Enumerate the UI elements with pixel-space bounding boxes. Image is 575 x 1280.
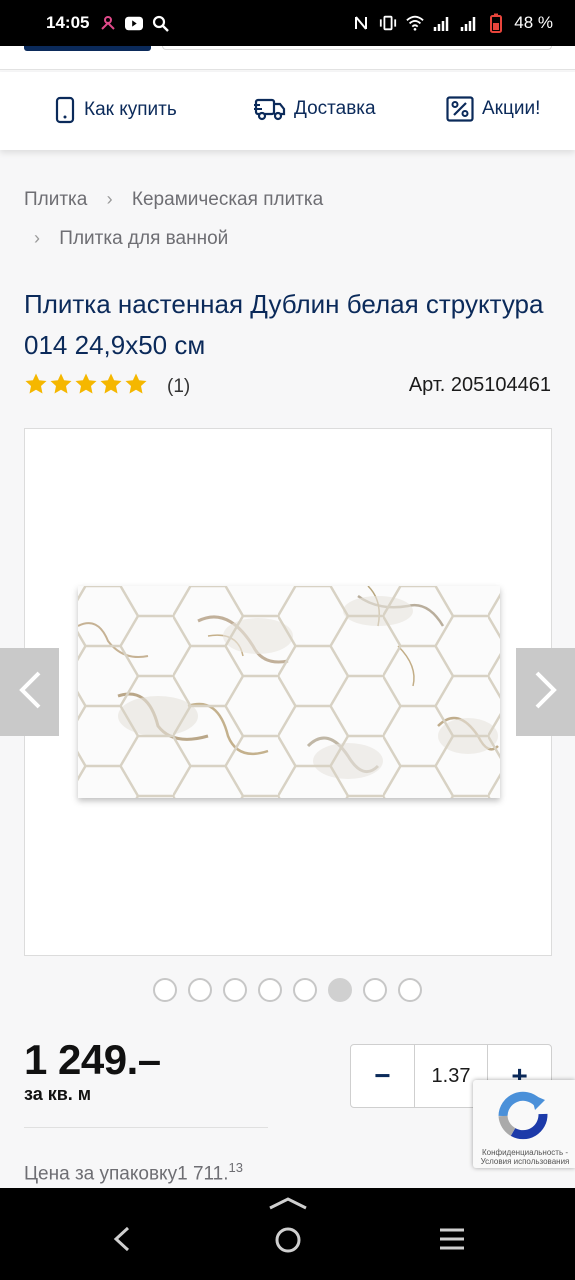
phone-icon [54, 96, 76, 124]
back-icon[interactable] [112, 1226, 132, 1257]
price-unit: за кв. м [24, 1084, 92, 1104]
nfc-icon [352, 14, 370, 32]
youtube-icon [125, 14, 144, 32]
service-nav: Как купить Доставка Акции! [0, 72, 575, 150]
site-header [0, 46, 575, 70]
nav-how-to-buy-label: Как купить [84, 99, 177, 120]
search-input[interactable] [162, 46, 552, 50]
gallery-dot[interactable] [293, 978, 317, 1002]
pack-price-label: Цена за упаковку [24, 1163, 178, 1185]
product-rating[interactable]: (1) [24, 372, 190, 401]
gallery-prev-button[interactable] [0, 648, 59, 736]
nav-delivery-label: Доставка [294, 98, 376, 119]
recent-apps-icon[interactable] [438, 1226, 466, 1257]
article-number: Арт. 205104461 [408, 374, 551, 396]
product-gallery [24, 428, 552, 956]
signal-icon [433, 14, 451, 32]
recaptcha-badge[interactable]: Конфиденциальность - Условия использован… [473, 1080, 575, 1168]
nav-promos[interactable]: Акции! [446, 96, 540, 122]
chevron-up-icon[interactable] [268, 1196, 308, 1215]
home-icon[interactable] [274, 1226, 302, 1259]
logo[interactable] [24, 46, 151, 51]
battery-percent: 48 % [514, 13, 553, 32]
chevron-right-icon: › [106, 189, 113, 209]
status-time: 14:05 [46, 13, 90, 32]
gallery-dot[interactable] [398, 978, 422, 1002]
review-count[interactable]: (1) [167, 376, 190, 398]
rating-stars [24, 372, 149, 401]
recaptcha-privacy[interactable]: Конфиденциальность - [477, 1148, 573, 1157]
breadcrumb: Плитка › Керамическая плитка › Плитка дл… [24, 180, 554, 258]
nav-delivery[interactable]: Доставка [254, 96, 376, 122]
page-title: Плитка настенная Дублин белая структура … [24, 289, 544, 360]
gallery-dot[interactable] [223, 978, 247, 1002]
gallery-next-button[interactable] [516, 648, 575, 736]
gallery-dot[interactable] [153, 978, 177, 1002]
pack-price-value: 1 711. [177, 1163, 229, 1185]
chevron-left-icon [17, 670, 43, 715]
pack-price: Цена за упаковку1 711.13 [24, 1160, 243, 1185]
chevron-right-icon [533, 670, 559, 715]
gallery-dot[interactable] [363, 978, 387, 1002]
status-bar: 14:05 48 % [0, 0, 575, 46]
system-nav-bar [0, 1188, 575, 1280]
gallery-dot[interactable] [328, 978, 352, 1002]
vibrate-icon [379, 14, 397, 32]
nav-how-to-buy[interactable]: Как купить [54, 96, 177, 124]
chevron-right-icon: › [34, 228, 40, 248]
product-image[interactable] [78, 586, 500, 798]
decrease-button[interactable]: − [351, 1045, 414, 1107]
wifi-icon [406, 14, 424, 32]
breadcrumb-item[interactable]: Плитка [24, 189, 87, 210]
search-icon [151, 14, 169, 32]
signal-icon [460, 14, 478, 32]
star-icon [25, 373, 47, 394]
recaptcha-terms[interactable]: Условия использования [477, 1157, 573, 1166]
pack-price-cents: 13 [228, 1160, 243, 1175]
star-icon [75, 373, 97, 394]
percent-icon [446, 96, 474, 122]
breadcrumb-item[interactable]: Керамическая плитка [132, 189, 323, 210]
divider [24, 1127, 268, 1128]
price-value: 1 249.– [24, 1036, 161, 1083]
nav-promos-label: Акции! [482, 98, 541, 119]
gallery-pagination [153, 978, 422, 1002]
flower-icon [99, 14, 117, 32]
gallery-dot[interactable] [188, 978, 212, 1002]
star-icon [125, 373, 147, 394]
star-icon [100, 373, 122, 394]
gallery-dot[interactable] [258, 978, 282, 1002]
breadcrumb-item[interactable]: Плитка для ванной [59, 228, 228, 249]
battery-icon [487, 13, 505, 33]
truck-icon [254, 96, 286, 122]
star-icon [50, 373, 72, 394]
